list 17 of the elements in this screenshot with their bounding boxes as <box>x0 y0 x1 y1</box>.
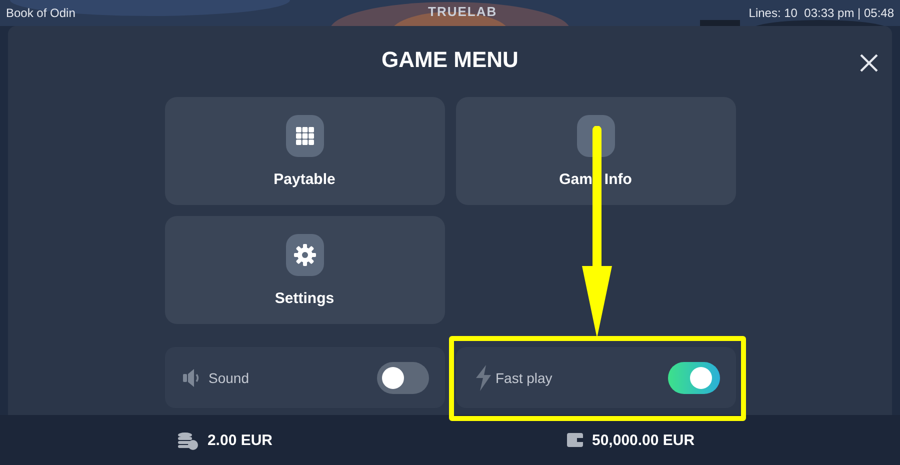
status-text: Lines: 10 03:33 pm | 05:48 <box>748 6 894 20</box>
toggle-switch[interactable] <box>376 362 428 394</box>
card-label: Info <box>604 170 632 188</box>
menu-card[interactable]: Gam Info <box>456 97 736 205</box>
menu-title: GAME MENU <box>382 46 518 74</box>
toggle-switch[interactable] <box>668 362 720 394</box>
menu-card[interactable]: Settings <box>164 216 444 324</box>
setting-label: Fast play <box>496 370 554 386</box>
settings-icon <box>292 242 316 266</box>
brand-logo: TRUELAB <box>428 4 498 19</box>
setting-label: Sound <box>208 370 250 386</box>
game-title: Book of Odin <box>6 6 76 20</box>
balance-amount: 50,000.00 EUR <box>592 432 695 448</box>
coins-icon <box>177 430 200 450</box>
menu-card[interactable]: Paytable <box>164 97 444 205</box>
bet-amount: 2.00 EUR <box>207 432 273 448</box>
card-label: Gam <box>559 170 592 188</box>
